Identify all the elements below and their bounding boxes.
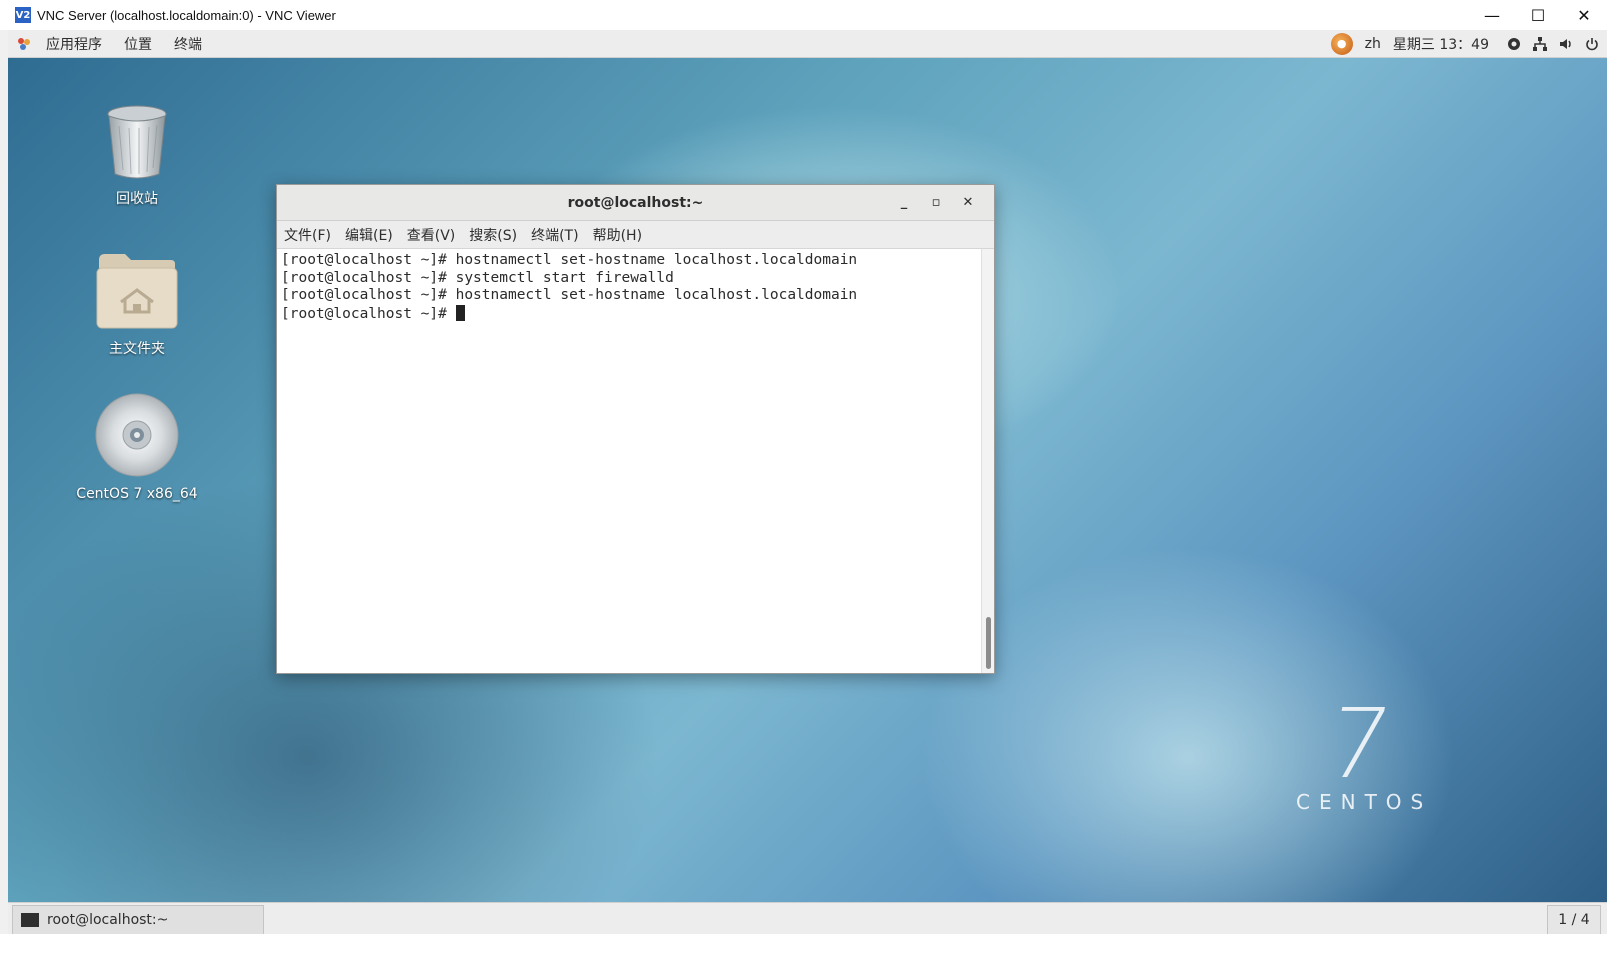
- menu-file[interactable]: 文件(F): [277, 225, 338, 245]
- desktop-icon-label: 回收站: [116, 191, 158, 207]
- desktop-icon-label: 主文件夹: [109, 341, 165, 357]
- desktop-icon-label: CentOS 7 x86_64: [76, 486, 198, 502]
- taskbar-item-label: root@localhost:~: [47, 912, 169, 928]
- terminal-line: [root@localhost ~]# hostnamectl set-host…: [281, 287, 858, 303]
- applications-icon: [16, 36, 32, 52]
- bottom-taskbar: root@localhost:~ 1 / 4: [8, 902, 1607, 935]
- taskbar-item-terminal[interactable]: root@localhost:~: [12, 905, 264, 935]
- text-cursor: [455, 304, 465, 321]
- terminal-scrollbar[interactable]: [981, 249, 994, 673]
- close-button[interactable]: ✕: [1561, 0, 1607, 30]
- centos-brand-text: CENTOS: [1296, 790, 1433, 814]
- viewer-left-edge: [0, 30, 8, 957]
- vnc-titlebar: V2 VNC Server (localhost.localdomain:0) …: [0, 0, 1607, 31]
- terminal-close-button[interactable]: ✕: [952, 195, 984, 210]
- terminal-line: [root@localhost ~]# systemctl start fire…: [281, 269, 674, 286]
- desktop: 回收站 主文件夹 CentOS 7 x86_64 7 CENTOS root@l…: [8, 58, 1607, 902]
- optical-disc-icon: [72, 392, 202, 482]
- places-menu[interactable]: 位置: [116, 34, 160, 54]
- terminal-menubar: 文件(F) 编辑(E) 查看(V) 搜索(S) 终端(T) 帮助(H): [277, 221, 994, 249]
- terminal-window[interactable]: root@localhost:~ _ ▫ ✕ 文件(F) 编辑(E) 查看(V)…: [276, 184, 995, 674]
- terminal-output[interactable]: [root@localhost ~]# hostnamectl set-host…: [277, 249, 982, 673]
- minimize-button[interactable]: —: [1469, 0, 1515, 30]
- workspace-switcher[interactable]: 1 / 4: [1547, 905, 1601, 935]
- terminal-line: [root@localhost ~]# hostnamectl set-host…: [281, 252, 858, 268]
- centos-version-number: 7: [1318, 688, 1399, 800]
- menu-help[interactable]: 帮助(H): [586, 225, 649, 245]
- maximize-button[interactable]: ☐: [1515, 0, 1561, 30]
- power-icon[interactable]: [1585, 37, 1599, 51]
- terminal-minimize-button[interactable]: _: [888, 195, 920, 210]
- network-icon[interactable]: [1533, 36, 1547, 51]
- terminal-titlebar[interactable]: root@localhost:~ _ ▫ ✕: [277, 185, 994, 221]
- desktop-icon-disc[interactable]: CentOS 7 x86_64: [72, 392, 202, 502]
- menu-view[interactable]: 查看(V): [400, 225, 463, 245]
- input-method-button[interactable]: ●: [1330, 32, 1353, 55]
- terminal-icon: [21, 913, 39, 927]
- menu-terminal[interactable]: 终端(T): [524, 225, 585, 245]
- menu-search[interactable]: 搜索(S): [462, 225, 524, 245]
- clock[interactable]: 星期三 13：49: [1393, 34, 1489, 54]
- terminal-prompt: [root@localhost ~]#: [281, 305, 456, 322]
- language-indicator[interactable]: zh: [1365, 36, 1381, 52]
- input-method-icon: ●: [1330, 32, 1353, 55]
- viewer-bottom-edge: [0, 934, 1607, 957]
- desktop-icon-trash[interactable]: 回收站: [72, 104, 202, 208]
- trash-icon: [72, 104, 202, 184]
- volume-icon[interactable]: [1559, 37, 1573, 51]
- applications-menu[interactable]: 应用程序: [38, 34, 110, 54]
- gnome-top-panel: 应用程序 位置 终端 ● zh 星期三 13：49: [8, 30, 1607, 58]
- terminal-title: root@localhost:~: [567, 194, 704, 211]
- menu-edit[interactable]: 编辑(E): [338, 225, 400, 245]
- vnc-logo-icon: V2: [15, 7, 31, 23]
- vnc-window-title: VNC Server (localhost.localdomain:0) - V…: [37, 7, 336, 23]
- terminal-prompt-line: [root@localhost ~]#: [281, 304, 978, 324]
- terminal-app-menu[interactable]: 终端: [166, 34, 210, 54]
- terminal-maximize-button[interactable]: ▫: [920, 195, 952, 210]
- scrollbar-thumb[interactable]: [986, 617, 991, 669]
- desktop-icon-home[interactable]: 主文件夹: [72, 250, 202, 358]
- accessibility-icon[interactable]: [1507, 37, 1521, 51]
- home-folder-icon: [72, 250, 202, 334]
